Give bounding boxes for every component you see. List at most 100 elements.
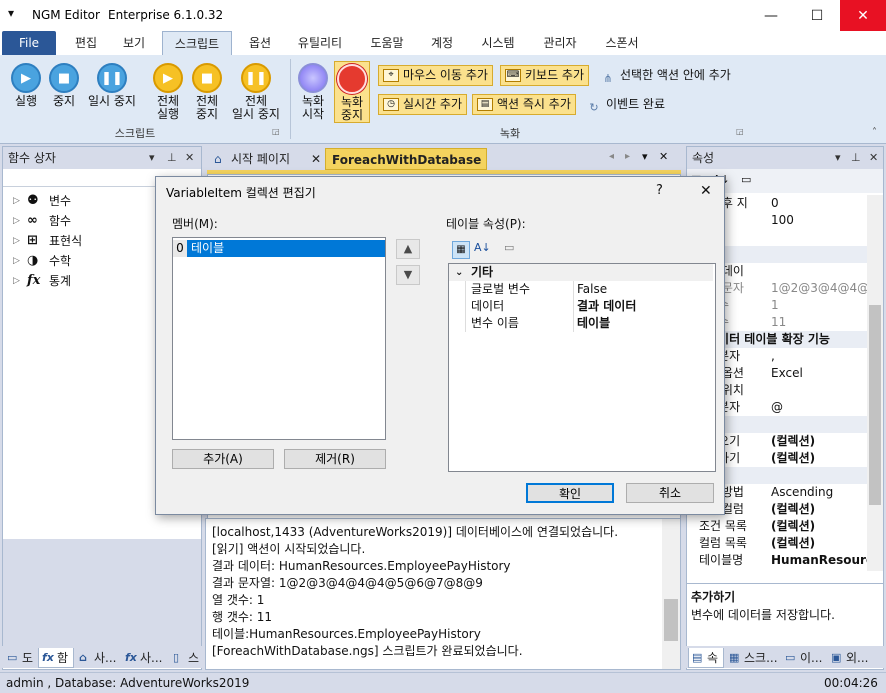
tab-account[interactable]: 계정 [420,31,464,55]
dropdown-icon[interactable]: ▾ [835,147,841,169]
expand-arrow-icon[interactable]: ▷ [13,231,20,251]
tab-file[interactable]: File [2,31,56,55]
dialog-title: VariableItem 컬렉션 편집기 [166,186,316,200]
event-complete-button[interactable]: ↻ 이벤트 완료 [584,94,665,115]
tab-user-functions[interactable]: fx 사... [122,648,168,668]
alphabetical-icon[interactable]: A↓ [474,241,491,254]
property-grid[interactable]: ⌄ 기타 글로벌 변수 False 데이터 결과 데이터 변수 이름 테이블 [448,263,716,472]
cancel-button[interactable]: 취소 [626,483,714,503]
function-icon: fx [125,651,137,664]
tab-utility[interactable]: 유틸리티 [288,31,352,55]
tab-toolbox[interactable]: ▭ 도 [4,648,38,668]
add-keyboard-button[interactable]: ⌨ 키보드 추가 [500,65,590,86]
window-menu-icon[interactable]: ▾ [8,6,14,20]
close-tab-icon[interactable]: ✕ [311,148,321,170]
add-mouse-move-button[interactable]: ⌖ 마우스 이동 추가 [378,65,493,86]
close-icon[interactable]: ✕ [185,147,194,169]
collapse-arrow-icon[interactable]: ⌄ [455,264,463,281]
property-pages-icon[interactable]: ▭ [741,173,751,186]
tab-user[interactable]: ⌂ 사... [76,648,120,668]
members-list[interactable]: 0 테이블 [172,237,386,440]
scrollbar-thumb[interactable] [664,599,678,641]
close-icon[interactable]: ✕ [869,147,878,169]
record-start-button[interactable]: 녹화 시작 [296,63,330,121]
stop-all-button[interactable]: ■ 전체 중지 [188,63,226,121]
tab-list-icon[interactable]: ▾ [642,150,648,163]
scroll-left-icon[interactable]: ◂ [609,151,614,162]
log-scrollbar[interactable] [662,519,680,669]
move-up-button[interactable]: ▲ [396,239,420,259]
right-bottom-tab-bar: ▤ 속 ▦ 스크... ▭ 이... ▣ 외... [686,646,884,668]
log-line: 열 갯수: 1 [212,593,265,607]
tab-properties[interactable]: ▤ 속 [688,648,724,668]
expand-arrow-icon[interactable]: ▷ [13,191,20,211]
record-stop-button[interactable]: 녹화 중지 [334,61,370,123]
tab-admin[interactable]: 관리자 [532,31,588,55]
property-row[interactable]: 변수 이름 테이블 [449,315,713,332]
image-icon: ▭ [785,651,796,664]
tab-system[interactable]: 시스템 [470,31,526,55]
remove-button[interactable]: 제거(R) [284,449,386,469]
move-down-button[interactable]: ▼ [396,265,420,285]
tab-script-list[interactable]: ▯ 스 [170,648,200,668]
tab-functions[interactable]: fx 함 [38,648,74,668]
status-bar: admin , Database: AdventureWorks2019 00:… [0,672,886,693]
property-pages-icon[interactable]: ▭ [504,241,514,254]
run-button[interactable]: ▶ 실행 [4,63,48,108]
collapse-ribbon-icon[interactable]: ˄ [872,127,877,138]
add-realtime-button[interactable]: ◷ 실시간 추가 [378,94,468,115]
tab-script-explorer[interactable]: ▦ 스크... [726,648,780,668]
add-button[interactable]: 추가(A) [172,449,274,469]
dropdown-icon[interactable]: ▾ [149,147,155,169]
pin-icon[interactable]: ⊥ [851,147,861,169]
run-all-button[interactable]: ▶ 전체 실행 [148,63,188,121]
tab-script[interactable]: 스크립트 [162,31,232,55]
tab-external[interactable]: ▣ 외... [828,648,882,668]
script-group-label: 스크립트 [114,127,156,140]
dialog-launcher-icon[interactable]: ◲ [272,127,280,136]
tab-sponsor[interactable]: 스폰서 [594,31,650,55]
scroll-right-icon[interactable]: ▸ [625,151,630,162]
stop-button[interactable]: ■ 중지 [46,63,82,108]
expand-arrow-icon[interactable]: ▷ [13,271,20,291]
property-scrollbar[interactable] [867,195,883,571]
tab-image[interactable]: ▭ 이... [782,648,826,668]
property-row[interactable]: 컬럼 목록 (컬렉션) [687,535,867,552]
help-button[interactable]: ? [656,183,663,198]
minimize-button[interactable]: — [748,0,794,31]
member-name: 테이블 [191,241,225,255]
property-row[interactable]: 조건 목록 (컬렉션) [687,518,867,535]
member-item[interactable]: 0 테이블 [173,240,385,257]
add-in-selected-action-button[interactable]: ⋔ 선택한 액션 안에 추가 [598,65,730,86]
property-toolbar: ▦ A↓ ▭ [448,239,718,261]
close-icon[interactable]: ✕ [659,150,668,163]
property-row[interactable]: 테이블명HumanResource [687,552,867,569]
help-text: 변수에 데이터를 저장합니다. [691,608,835,622]
tab-view[interactable]: 보기 [112,31,156,55]
add-action-immediate-button[interactable]: ▤ 액션 즉시 추가 [472,94,576,115]
property-row[interactable]: 글로벌 변수 False [449,281,713,298]
tab-start-page[interactable]: ⌂ 시작 페이지 ✕ [209,148,325,170]
tab-edit[interactable]: 편집 [64,31,108,55]
property-category[interactable]: ⌄ 기타 [449,264,713,281]
output-log[interactable]: [localhost,1433 (AdventureWorks2019)] 데이… [205,518,681,670]
scrollbar-thumb[interactable] [869,305,881,505]
tab-options[interactable]: 옵션 [238,31,282,55]
maximize-button[interactable]: ☐ [794,0,840,31]
pause-button[interactable]: ❚❚ 일시 중지 [84,63,140,108]
close-button[interactable]: ✕ [840,0,886,31]
property-row[interactable]: 데이터 결과 데이터 [449,298,713,315]
tab-help[interactable]: 도움말 [360,31,414,55]
dialog-close-button[interactable]: ✕ [700,183,712,199]
pause-all-button[interactable]: ❚❚ 전체 일시 중지 [228,63,284,121]
ok-button[interactable]: 확인 [526,483,614,503]
play-all-icon: ▶ [153,63,183,93]
pin-icon[interactable]: ⊥ [167,147,177,169]
dialog-launcher-icon[interactable]: ◲ [736,127,744,136]
expand-arrow-icon[interactable]: ▷ [13,251,20,271]
tab-foreach-with-database[interactable]: ForeachWithDatabase [325,148,487,170]
panel-empty-area [3,539,201,647]
categorized-icon[interactable]: ▦ [452,241,470,259]
record-start-icon [298,63,328,93]
expand-arrow-icon[interactable]: ▷ [13,211,20,231]
